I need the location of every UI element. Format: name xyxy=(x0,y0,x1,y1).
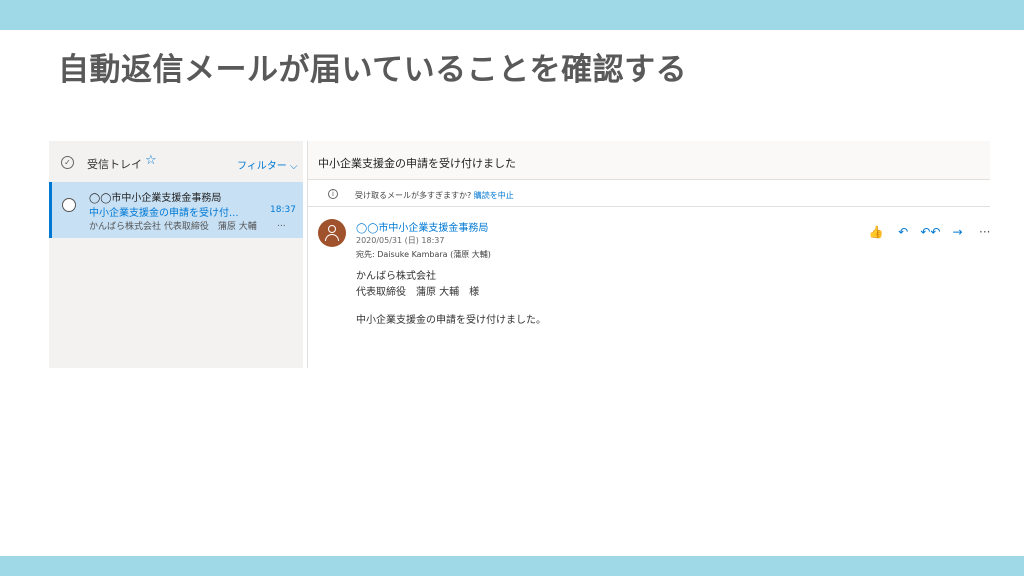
email-date: 2020/05/31 (日) 18:37 xyxy=(356,236,445,245)
reply-icon[interactable]: ↶ xyxy=(891,225,915,239)
star-icon[interactable]: ☆ xyxy=(145,153,157,168)
body-recipient: 代表取締役 蒲原 大輔 様 xyxy=(356,287,480,298)
select-all-icon[interactable]: ✓ xyxy=(61,156,74,169)
person-icon xyxy=(328,225,336,233)
forward-icon[interactable]: → xyxy=(946,225,970,239)
top-accent-band xyxy=(0,0,1024,30)
reply-all-icon[interactable]: ↶↶ xyxy=(918,225,942,239)
list-header: ✓ 受信トレイ ☆ フィルター ⌵ xyxy=(49,141,303,181)
message-select-radio[interactable] xyxy=(62,198,76,212)
message-preview: かんばら株式会社 代表取締役 蒲原 大輔 xyxy=(89,222,257,232)
unsubscribe-bar: i 受け取るメールが多すぎますか? 購読を中止 xyxy=(308,181,990,207)
outlook-screenshot: ✓ 受信トレイ ☆ フィルター ⌵ ◯◯市中小企業支援金事務局 中小企業支援金の… xyxy=(49,141,990,368)
like-icon[interactable]: 👍 xyxy=(864,225,888,239)
filter-button[interactable]: フィルター ⌵ xyxy=(237,157,298,172)
body-company: かんばら株式会社 xyxy=(356,271,436,282)
reading-pane: 中小企業支援金の申請を受け付けました i 受け取るメールが多すぎますか? 購読を… xyxy=(307,141,990,368)
message-list-pane: ✓ 受信トレイ ☆ フィルター ⌵ ◯◯市中小企業支援金事務局 中小企業支援金の… xyxy=(49,141,303,368)
list-item[interactable]: ◯◯市中小企業支援金事務局 中小企業支援金の申請を受け付... 18:37 かん… xyxy=(49,182,303,238)
message-preview-ellipsis: ... xyxy=(277,219,286,229)
email-subject: 中小企業支援金の申請を受け付けました xyxy=(318,157,516,170)
unsubscribe-prompt: 受け取るメールが多すぎますか? 購読を中止 xyxy=(355,190,514,201)
body-message: 中小企業支援金の申請を受け付けました。 xyxy=(356,315,546,326)
info-icon: i xyxy=(328,189,338,199)
message-subject: 中小企業支援金の申請を受け付... xyxy=(89,208,239,219)
avatar xyxy=(318,219,346,247)
email-recipient: 宛先: Daisuke Kambara (蒲原 大輔) xyxy=(356,250,491,259)
message-time: 18:37 xyxy=(270,205,296,215)
unsubscribe-prompt-text: 受け取るメールが多すぎますか? xyxy=(355,191,474,200)
message-actions: 👍 ↶ ↶↶ → ··· xyxy=(864,225,997,239)
bottom-accent-band xyxy=(0,556,1024,576)
folder-name: 受信トレイ xyxy=(87,158,142,171)
sender-name[interactable]: ◯◯市中小企業支援金事務局 xyxy=(356,219,488,234)
reading-header: 中小企業支援金の申請を受け付けました xyxy=(308,141,990,180)
slide-title: 自動返信メールが届いていることを確認する xyxy=(58,52,688,88)
more-options-icon[interactable]: ··· xyxy=(973,225,997,239)
unsubscribe-link[interactable]: 購読を中止 xyxy=(474,191,514,200)
message-sender: ◯◯市中小企業支援金事務局 xyxy=(89,193,222,204)
